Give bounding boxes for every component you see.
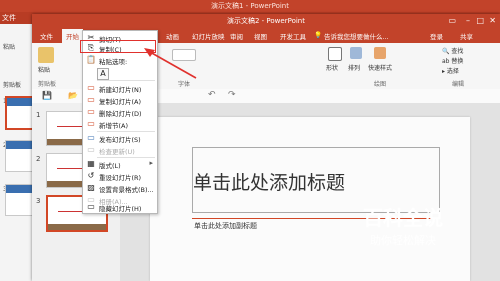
shape-icon[interactable]	[328, 47, 342, 61]
tab-file[interactable]: 文件	[40, 31, 53, 41]
select-label: 选择	[446, 68, 459, 75]
menu-item-hide-slide[interactable]: ▭ 隐藏幻灯片(H)	[83, 201, 157, 213]
annotation-arrow	[144, 48, 197, 79]
menu-item-duplicate-slide[interactable]: ▭ 复制幻灯片(A)	[83, 94, 157, 106]
ribbon-display-icon[interactable]: ▭	[448, 16, 456, 25]
tab-animations[interactable]: 动画	[166, 31, 179, 41]
slide-title-placeholder[interactable]: 单击此处添加标题	[193, 168, 345, 195]
editing-group-label: 编辑	[452, 81, 465, 88]
maximize-icon[interactable]: □	[476, 16, 484, 25]
menu-item-reset-slide[interactable]: ↺ 重设幻灯片(R)	[83, 170, 157, 182]
open-folder-icon[interactable]: 📂	[68, 91, 78, 100]
text-paste-icon: A	[97, 68, 109, 80]
window-titlebar: 演示文稿2 - PowerPoint ▭ – □ ✕	[32, 14, 500, 28]
share-button[interactable]: 共享	[460, 31, 473, 41]
find-button[interactable]: 🔍 查找	[442, 46, 463, 55]
menu-item-layout[interactable]: ▦ 版式(L) ▸	[83, 158, 157, 170]
menu-item-format-background[interactable]: ▨ 设置背景格式(B)...	[83, 182, 157, 194]
menu-item-publish-slides[interactable]: ▭ 发布幻灯片(S)	[83, 132, 157, 144]
back-window-titlebar: 演示文稿1 - PowerPoint	[0, 0, 500, 12]
clipboard-group-label: 剪贴板	[38, 81, 57, 88]
login-link[interactable]: 登录	[430, 31, 443, 41]
submenu-arrow-icon: ▸	[149, 159, 153, 167]
paste-icon[interactable]	[38, 47, 54, 63]
tab-slideshow[interactable]: 幻灯片放映	[192, 31, 225, 41]
section-icon: ▭	[87, 119, 95, 128]
replace-button[interactable]: ab 替换	[442, 56, 463, 65]
slide-subtitle-placeholder[interactable]: 单击此处添加副标题	[194, 221, 257, 231]
save-icon[interactable]: 💾	[42, 91, 52, 100]
drawing-group-label: 绘图	[374, 81, 387, 88]
back-slide-thumb[interactable]	[5, 184, 35, 216]
hide-slide-icon: ▭	[87, 202, 95, 211]
back-clipboard-label: 剪贴板	[3, 82, 22, 89]
arrange-button-label[interactable]: 排列	[348, 63, 360, 72]
paste-button-label[interactable]: 粘贴	[38, 65, 50, 74]
watermark: 百科全说 助你轻松解决	[346, 196, 500, 258]
menu-item-add-section[interactable]: ▭ 新增节(A)	[83, 118, 157, 130]
tab-review[interactable]: 审阅	[230, 31, 243, 41]
duplicate-slide-icon: ▭	[87, 95, 95, 104]
back-slide-strip: 粘贴 剪贴板 1 2 3	[0, 24, 37, 281]
tab-view[interactable]: 视图	[254, 31, 267, 41]
back-file-tab[interactable]: 文件	[2, 13, 24, 23]
slide-number: 2	[36, 155, 41, 163]
paste-icon: 📋	[86, 55, 96, 64]
update-icon: ▭	[87, 145, 95, 154]
back-window-title: 演示文稿1 - PowerPoint	[211, 2, 289, 10]
reset-icon: ↺	[87, 171, 95, 180]
undo-icon[interactable]: ↶	[208, 90, 216, 100]
slide-number: 1	[36, 111, 41, 119]
slide-number: 3	[36, 197, 41, 205]
window-title: 演示文稿2 - PowerPoint	[227, 17, 305, 25]
redo-icon[interactable]: ↷	[228, 90, 236, 100]
tab-developer[interactable]: 开发工具	[280, 31, 306, 41]
tell-me-search[interactable]: 告诉我您想要做什么...	[324, 31, 389, 41]
back-paste-label[interactable]: 粘贴	[3, 42, 15, 51]
close-icon[interactable]: ✕	[489, 16, 496, 25]
publish-icon: ▭	[87, 133, 95, 142]
arrange-icon[interactable]	[350, 47, 362, 59]
menu-item-new-slide[interactable]: ▭ 新建幻灯片(N)	[83, 82, 157, 94]
shape-button-label[interactable]: 形状	[326, 63, 338, 72]
new-slide-icon: ▭	[87, 83, 95, 92]
find-label: 查找	[451, 48, 464, 55]
lightbulb-icon[interactable]: 💡	[314, 31, 322, 39]
menu-item-check-updates: ▭ 检查更新(U)	[87, 145, 135, 156]
menu-item-delete-slide[interactable]: ▭ 删除幻灯片(D)	[83, 106, 157, 118]
back-slide-thumb[interactable]	[5, 140, 35, 172]
watermark-subtitle: 助你轻松解决	[370, 234, 436, 247]
watermark-title: 百科全说	[363, 206, 443, 230]
quick-styles-label[interactable]: 快速样式	[368, 63, 392, 72]
replace-label: 替换	[451, 58, 464, 65]
background-icon: ▨	[87, 183, 95, 192]
quick-styles-icon[interactable]	[374, 47, 386, 59]
delete-slide-icon: ▭	[87, 107, 95, 116]
select-button[interactable]: ▸ 选择	[442, 66, 459, 75]
layout-icon: ▦	[87, 159, 95, 168]
minimize-icon[interactable]: –	[466, 16, 470, 25]
